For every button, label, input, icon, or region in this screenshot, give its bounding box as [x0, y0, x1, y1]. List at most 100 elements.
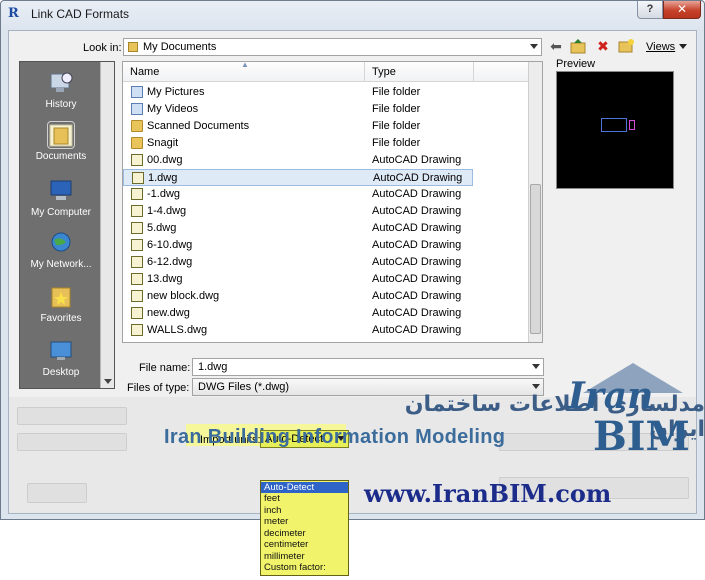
units-option-custom-factor[interactable]: Custom factor:: [261, 562, 348, 573]
file-name-cell: -1.dwg: [147, 188, 181, 200]
file-row[interactable]: 5.dwg AutoCAD Drawing: [123, 220, 473, 237]
title-bar[interactable]: R Link CAD Formats ? ✕: [1, 1, 704, 29]
file-row[interactable]: new block.dwg AutoCAD Drawing: [123, 288, 473, 305]
folder-icon: [131, 103, 143, 115]
places-scrollbar[interactable]: [100, 62, 114, 388]
place-my-network[interactable]: My Network...: [20, 230, 102, 270]
dwg-file-icon: [131, 324, 143, 336]
drawing-preview-thumbnail: [601, 118, 627, 132]
place-label: My Computer: [30, 207, 91, 218]
file-name-input[interactable]: 1.dwg: [192, 358, 544, 376]
place-label: Desktop: [42, 367, 80, 378]
preview-label: Preview: [556, 58, 596, 70]
file-row[interactable]: Scanned Documents File folder: [123, 118, 473, 135]
close-button[interactable]: ✕: [663, 1, 701, 19]
file-name-cell: My Pictures: [147, 86, 205, 98]
chevron-down-icon[interactable]: [530, 44, 538, 49]
units-option-meter[interactable]: meter: [261, 516, 348, 527]
dwg-file-icon: [131, 188, 143, 200]
dwg-file-icon: [131, 205, 143, 217]
file-type-cell: File folder: [372, 86, 421, 98]
dwg-file-icon: [131, 256, 143, 268]
scrollbar-thumb[interactable]: [530, 184, 541, 334]
file-name-cell: WALLS.dwg: [147, 324, 208, 336]
file-name-cell: new.dwg: [147, 307, 190, 319]
file-row[interactable]: 00.dwg AutoCAD Drawing: [123, 152, 473, 169]
file-name-cell: 1.dwg: [148, 172, 178, 184]
place-desktop[interactable]: Desktop: [20, 338, 102, 378]
place-history[interactable]: History: [20, 70, 102, 110]
units-option-millimeter[interactable]: millimeter: [261, 551, 348, 562]
documents-folder-icon: [47, 121, 75, 149]
obscured-button: [27, 483, 87, 503]
delete-icon[interactable]: ✖: [595, 38, 611, 54]
watermark-english-text: Iran Building Information Modeling: [164, 426, 506, 448]
file-row[interactable]: WALLS.dwg AutoCAD Drawing: [123, 322, 473, 339]
help-button[interactable]: ?: [637, 1, 663, 19]
file-row[interactable]: My Videos File folder: [123, 101, 473, 118]
file-type-cell: File folder: [372, 120, 421, 132]
column-header-type[interactable]: Type: [366, 62, 474, 82]
file-row[interactable]: My Pictures File folder: [123, 84, 473, 101]
file-name-cell: 1-4.dwg: [147, 205, 187, 217]
import-units-options-list[interactable]: Auto-Detect feet inch meter decimeter ce…: [260, 480, 349, 576]
look-in-dropdown[interactable]: My Documents: [123, 38, 542, 56]
dwg-file-icon: [131, 290, 143, 302]
views-chevron-down-icon[interactable]: [679, 44, 687, 49]
files-of-type-label: Files of type:: [127, 382, 190, 394]
new-folder-icon[interactable]: [618, 38, 634, 54]
file-row[interactable]: -1.dwg AutoCAD Drawing: [123, 186, 473, 203]
place-label: My Network...: [30, 259, 92, 270]
place-my-computer[interactable]: My Computer: [20, 178, 102, 218]
units-option-feet[interactable]: feet: [261, 493, 348, 504]
file-type-cell: AutoCAD Drawing: [372, 239, 462, 251]
favorites-folder-icon: [48, 284, 74, 310]
back-arrow-icon[interactable]: ⬅: [548, 38, 564, 54]
files-of-type-value: DWG Files (*.dwg): [198, 381, 290, 393]
place-label: Favorites: [40, 313, 82, 324]
file-row[interactable]: new.dwg AutoCAD Drawing: [123, 305, 473, 322]
chevron-down-icon[interactable]: [532, 364, 540, 369]
file-row[interactable]: Snagit File folder: [123, 135, 473, 152]
file-row[interactable]: 6-10.dwg AutoCAD Drawing: [123, 237, 473, 254]
obscured-control: [17, 407, 127, 425]
file-row[interactable]: 1.dwg AutoCAD Drawing: [123, 169, 473, 186]
place-favorites[interactable]: Favorites: [20, 284, 102, 324]
revit-app-icon: R: [8, 6, 19, 21]
column-name-label: Name: [130, 66, 160, 78]
obscured-control: [17, 433, 127, 451]
file-type-cell: AutoCAD Drawing: [372, 256, 462, 268]
file-row[interactable]: 1-4.dwg AutoCAD Drawing: [123, 203, 473, 220]
file-type-cell: AutoCAD Drawing: [372, 307, 462, 319]
file-name-cell: 13.dwg: [147, 273, 183, 285]
units-option-decimeter[interactable]: decimeter: [261, 528, 348, 539]
column-header-name[interactable]: ▲ Name: [123, 62, 365, 82]
history-icon: [48, 70, 74, 96]
units-option-auto-detect[interactable]: Auto-Detect: [261, 482, 348, 493]
place-label: Documents: [35, 151, 87, 162]
folder-icon: [131, 137, 143, 149]
scroll-down-arrow-icon[interactable]: [104, 379, 112, 384]
sort-ascending-icon: ▲: [241, 61, 249, 69]
file-row[interactable]: 13.dwg AutoCAD Drawing: [123, 271, 473, 288]
folder-icon: [131, 86, 143, 98]
window-title: Link CAD Formats: [31, 7, 130, 21]
file-list[interactable]: ▲ Name Type My Pictures File folder My Vid…: [122, 61, 543, 343]
file-list-scrollbar[interactable]: [528, 62, 542, 342]
file-type-cell: AutoCAD Drawing: [373, 172, 463, 184]
views-menu-button[interactable]: Views: [646, 41, 675, 53]
place-documents[interactable]: Documents: [20, 121, 102, 162]
file-list-header: ▲ Name Type: [123, 62, 529, 82]
file-row[interactable]: 6-12.dwg AutoCAD Drawing: [123, 254, 473, 271]
file-type-cell: AutoCAD Drawing: [372, 154, 462, 166]
folder-icon: [131, 120, 143, 132]
up-folder-icon[interactable]: [570, 38, 586, 54]
column-type-label: Type: [372, 66, 396, 78]
units-option-centimeter[interactable]: centimeter: [261, 539, 348, 550]
chevron-down-icon[interactable]: [532, 384, 540, 389]
file-type-cell: File folder: [372, 103, 421, 115]
logo-text-top: Iran: [568, 375, 654, 417]
watermark-url: www.IranBIM.com: [364, 479, 612, 508]
dwg-file-icon: [131, 307, 143, 319]
units-option-inch[interactable]: inch: [261, 505, 348, 516]
